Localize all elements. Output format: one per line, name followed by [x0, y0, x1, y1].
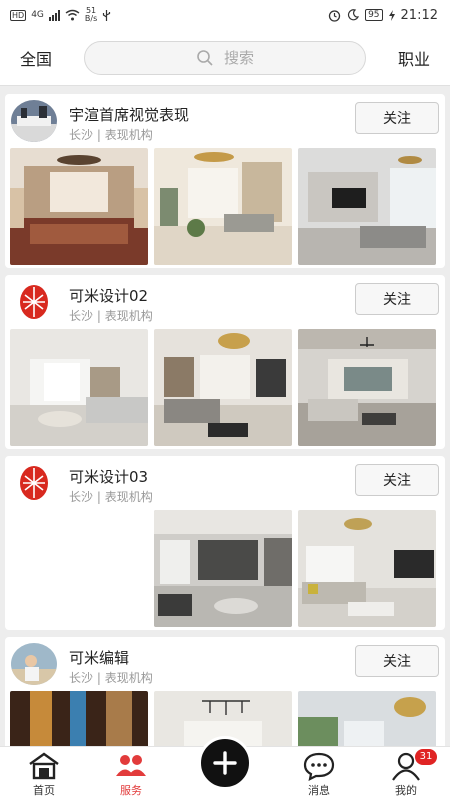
- nav-messages[interactable]: 消息: [279, 747, 359, 800]
- designer-meta: 长沙 | 表现机构: [69, 669, 153, 686]
- moon-icon: [348, 9, 360, 21]
- home-icon: [29, 752, 59, 780]
- work-thumbnail[interactable]: [10, 329, 148, 446]
- designer-meta: 长沙 | 表现机构: [69, 307, 153, 324]
- avatar[interactable]: [11, 643, 57, 685]
- search-input[interactable]: 搜索: [84, 40, 366, 75]
- usb-icon: [103, 9, 111, 21]
- designer-type: 表现机构: [104, 490, 153, 504]
- designer-meta: 长沙 | 表现机构: [69, 488, 153, 505]
- designer-name[interactable]: 可米设计02: [69, 285, 148, 306]
- follow-button[interactable]: 关注: [355, 464, 439, 496]
- work-thumbnail[interactable]: [298, 691, 436, 746]
- designer-name[interactable]: 宇渲首席视觉表现: [69, 104, 189, 125]
- work-thumbnail[interactable]: [298, 148, 436, 265]
- add-button[interactable]: [198, 736, 252, 790]
- network-type: 4G: [31, 9, 44, 20]
- follow-button[interactable]: 关注: [355, 645, 439, 677]
- work-thumbnail[interactable]: [154, 148, 292, 265]
- avatar[interactable]: [11, 462, 57, 504]
- designer-type: 表现机构: [104, 671, 153, 685]
- work-thumbnail[interactable]: [10, 148, 148, 265]
- status-bar: HD 4G 51 B/s 95 21:12: [0, 0, 450, 30]
- search-icon: [197, 49, 213, 66]
- alarm-icon: [328, 9, 341, 22]
- charging-icon: [388, 9, 395, 21]
- meta-separator: |: [96, 671, 101, 685]
- net-speed-unit: B/s: [84, 14, 98, 23]
- work-thumbnail[interactable]: [298, 510, 436, 627]
- designer-card[interactable]: 可米编辑 长沙 | 表现机构 关注: [5, 637, 445, 746]
- designer-meta: 长沙 | 表现机构: [69, 126, 153, 143]
- meta-separator: |: [96, 309, 101, 323]
- notification-badge: 31: [415, 749, 437, 765]
- net-speed: 51 B/s: [85, 7, 97, 23]
- category-selector[interactable]: 职业: [398, 46, 430, 70]
- nav-mine-label: 我的: [395, 784, 417, 797]
- designer-card[interactable]: 可米设计02 长沙 | 表现机构 关注: [5, 275, 445, 449]
- plus-icon: [213, 751, 237, 775]
- designer-city: 长沙: [69, 128, 94, 142]
- top-bar: 全国 搜索 职业: [0, 30, 450, 86]
- meta-separator: |: [96, 128, 101, 142]
- avatar[interactable]: [11, 100, 57, 142]
- battery-level: 95: [365, 9, 383, 21]
- work-thumbnail[interactable]: [298, 329, 436, 446]
- nav-home-label: 首页: [33, 784, 55, 797]
- designer-card[interactable]: 宇渲首席视觉表现 长沙 | 表现机构 关注: [5, 94, 445, 268]
- search-placeholder: 搜索: [223, 49, 254, 67]
- meta-separator: |: [96, 490, 101, 504]
- designer-city: 长沙: [69, 671, 94, 685]
- designer-type: 表现机构: [104, 128, 153, 142]
- chat-icon: [303, 752, 335, 781]
- designer-name[interactable]: 可米设计03: [69, 466, 148, 487]
- nav-home[interactable]: 首页: [4, 747, 84, 800]
- follow-button[interactable]: 关注: [355, 283, 439, 315]
- signal-bars-icon: [48, 9, 60, 21]
- nav-service[interactable]: 服务: [91, 747, 171, 800]
- follow-button[interactable]: 关注: [355, 102, 439, 134]
- nav-messages-label: 消息: [308, 784, 330, 797]
- designer-feed[interactable]: 宇渲首席视觉表现 长沙 | 表现机构 关注 可米设计02 长沙 | 表现机构 关…: [0, 94, 450, 746]
- work-thumbnail[interactable]: [10, 691, 148, 746]
- designer-city: 长沙: [69, 490, 94, 504]
- nav-mine[interactable]: 31 我的: [366, 747, 446, 800]
- wifi-icon: [65, 9, 80, 21]
- hd-indicator: HD: [10, 9, 27, 21]
- designer-type: 表现机构: [104, 309, 153, 323]
- designer-city: 长沙: [69, 309, 94, 323]
- nav-service-label: 服务: [120, 784, 142, 797]
- designer-name[interactable]: 可米编辑: [69, 647, 129, 668]
- work-thumbnail[interactable]: [154, 329, 292, 446]
- clock: 21:12: [400, 7, 438, 23]
- avatar[interactable]: [11, 281, 57, 323]
- region-selector[interactable]: 全国: [20, 46, 52, 70]
- designer-card[interactable]: 可米设计03 长沙 | 表现机构 关注: [5, 456, 445, 630]
- work-thumbnail[interactable]: [154, 510, 292, 627]
- people-icon: [116, 755, 146, 776]
